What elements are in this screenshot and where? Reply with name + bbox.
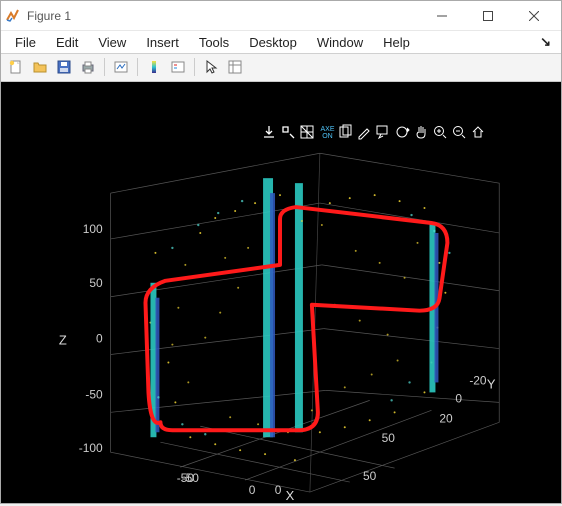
close-icon xyxy=(529,11,539,21)
open-file-button[interactable] xyxy=(29,56,51,78)
window-title: Figure 1 xyxy=(27,9,71,23)
y-axis-label: Y xyxy=(487,376,496,391)
menu-file[interactable]: File xyxy=(5,32,46,53)
link-plot-button[interactable] xyxy=(110,56,132,78)
zoom-out-icon xyxy=(451,124,470,143)
x-axis-label: X xyxy=(286,488,295,503)
svg-text:20: 20 xyxy=(439,411,453,425)
open-property-inspector-button[interactable] xyxy=(224,56,246,78)
export-icon xyxy=(261,124,280,143)
toggle-grid-button[interactable] xyxy=(299,124,318,143)
figure-toolbar xyxy=(1,54,561,81)
svg-text:0: 0 xyxy=(455,391,462,405)
z-tick-labels: -100 -50 0 50 100 xyxy=(79,221,103,454)
legend-icon xyxy=(170,59,186,75)
close-button[interactable] xyxy=(511,1,557,31)
menu-help[interactable]: Help xyxy=(373,32,420,53)
grid-icon xyxy=(299,124,318,143)
axes-3d: -100 -50 0 50 100 -50 0 50 -50 0 50 -20 … xyxy=(1,82,561,504)
dock-controls-icon[interactable]: ↘ xyxy=(534,34,557,50)
axe-on-label: AXE ON xyxy=(320,126,334,140)
toggle-axes-button[interactable]: AXE ON xyxy=(318,124,337,143)
datatip-icon xyxy=(375,124,394,143)
svg-text:-20: -20 xyxy=(469,373,487,387)
home-icon xyxy=(470,124,489,143)
matlab-logo-icon xyxy=(5,8,21,24)
toolbar-separator xyxy=(104,58,105,76)
y-tick-labels: -20 0 20 xyxy=(439,373,487,425)
pointer-icon xyxy=(203,59,219,75)
insert-colorbar-button[interactable] xyxy=(143,56,165,78)
link-icon xyxy=(113,59,129,75)
pan-icon xyxy=(413,124,432,143)
axes-grid xyxy=(111,153,500,492)
print-icon xyxy=(80,59,96,75)
menu-window[interactable]: Window xyxy=(307,32,373,53)
svg-text:-50: -50 xyxy=(182,471,200,485)
svg-text:50: 50 xyxy=(363,469,377,483)
svg-text:50: 50 xyxy=(89,275,103,289)
save-figure-button[interactable] xyxy=(53,56,75,78)
brush-select-icon xyxy=(280,124,299,143)
x-tick-labels-front: -50 0 50 xyxy=(182,469,377,497)
open-folder-icon xyxy=(32,59,48,75)
menu-edit[interactable]: Edit xyxy=(46,32,88,53)
toolbar-separator xyxy=(194,58,195,76)
z-axis-label: Z xyxy=(59,332,67,347)
zoom-in-button[interactable] xyxy=(432,124,451,143)
toolbar-separator xyxy=(137,58,138,76)
export-button[interactable] xyxy=(261,124,280,143)
new-figure-button[interactable] xyxy=(5,56,27,78)
insert-legend-button[interactable] xyxy=(167,56,189,78)
axes-toolbar: AXE ON xyxy=(261,124,489,143)
brush-button[interactable] xyxy=(280,124,299,143)
menu-insert[interactable]: Insert xyxy=(136,32,189,53)
svg-text:-100: -100 xyxy=(79,441,103,455)
window-titlebar: Figure 1 xyxy=(1,1,561,31)
zoom-out-button[interactable] xyxy=(451,124,470,143)
minimize-icon xyxy=(437,11,447,21)
svg-text:-50: -50 xyxy=(85,387,103,401)
rotate-button[interactable] xyxy=(394,124,413,143)
axes-area[interactable]: AXE ON xyxy=(1,82,561,504)
colorbar-button[interactable] xyxy=(356,124,375,143)
menu-view[interactable]: View xyxy=(88,32,136,53)
maximize-button[interactable] xyxy=(465,1,511,31)
menu-tools[interactable]: Tools xyxy=(189,32,239,53)
minimize-button[interactable] xyxy=(419,1,465,31)
colorbar-icon xyxy=(146,59,162,75)
copy-button[interactable] xyxy=(337,124,356,143)
zoom-in-icon xyxy=(432,124,451,143)
inspector-icon xyxy=(227,59,243,75)
menu-bar: File Edit View Insert Tools Desktop Wind… xyxy=(1,31,561,54)
restore-view-button[interactable] xyxy=(470,124,489,143)
svg-text:0: 0 xyxy=(96,331,103,345)
svg-text:0: 0 xyxy=(275,483,282,497)
save-icon xyxy=(56,59,72,75)
new-figure-icon xyxy=(8,59,24,75)
svg-text:50: 50 xyxy=(382,431,396,445)
rotate-icon xyxy=(394,124,413,143)
edit-plot-button[interactable] xyxy=(200,56,222,78)
svg-text:0: 0 xyxy=(249,483,256,497)
svg-text:100: 100 xyxy=(83,221,103,235)
maximize-icon xyxy=(483,11,493,21)
menu-desktop[interactable]: Desktop xyxy=(239,32,307,53)
datatip-button[interactable] xyxy=(375,124,394,143)
print-figure-button[interactable] xyxy=(77,56,99,78)
copy-icon xyxy=(337,124,356,143)
edit-icon xyxy=(356,124,375,143)
pan-button[interactable] xyxy=(413,124,432,143)
